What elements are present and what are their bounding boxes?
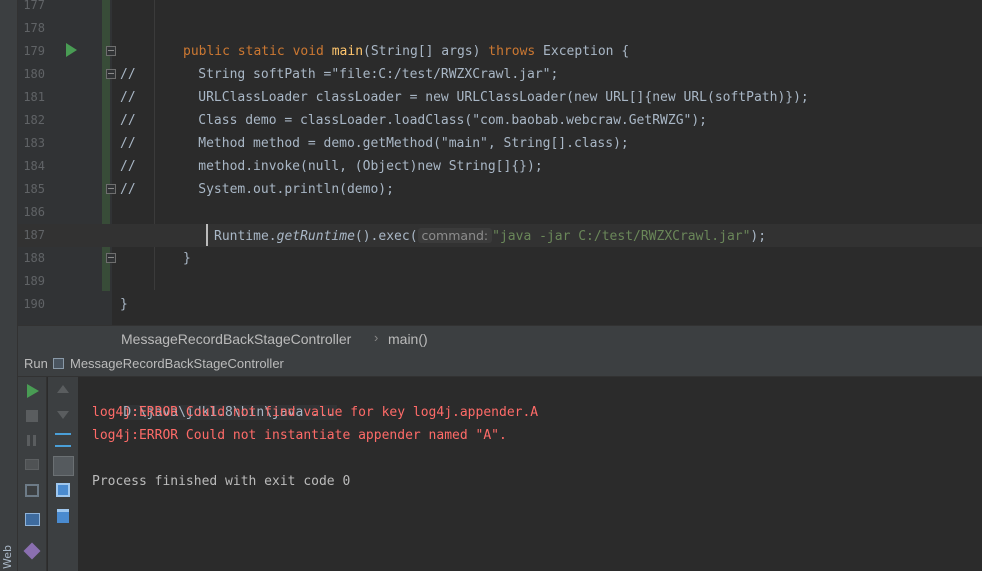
code-line: 184 // method.invoke(null, (Object)new S…: [18, 155, 982, 178]
line-number: 188: [23, 251, 45, 265]
code-line: 179 public static void main(String[] arg…: [18, 40, 982, 63]
code-line: 181 // URLClassLoader classLoader = new …: [18, 86, 982, 109]
line-number: 182: [23, 113, 45, 127]
pause-icon[interactable]: [26, 433, 44, 451]
keyword: throws: [488, 44, 536, 59]
run-toolbar-secondary: [48, 377, 78, 571]
trash-icon[interactable]: [57, 509, 69, 523]
scroll-to-end-icon[interactable]: [53, 456, 74, 476]
code-line: 183 // Method method = demo.getMethod("m…: [18, 132, 982, 155]
run-config-name[interactable]: MessageRecordBackStageController: [70, 356, 284, 371]
breadcrumb-class[interactable]: MessageRecordBackStageController: [121, 331, 351, 347]
print-icon[interactable]: [56, 483, 70, 497]
code-text: Runtime.getRuntime().exec(command: "java …: [214, 224, 766, 248]
console-exit-message: Process finished with exit code 0: [92, 474, 351, 489]
code-fragment: Runtime.: [214, 229, 277, 244]
console-output[interactable]: D:\java\jdk1.8\bin\java ... log4j:ERROR …: [79, 377, 982, 571]
code-line: 177: [18, 0, 982, 17]
code-line: 178: [18, 17, 982, 40]
run-config-icon: [53, 358, 64, 369]
code-line: 186: [18, 201, 982, 224]
line-number: 184: [23, 159, 45, 173]
line-number: 187: [23, 228, 45, 242]
pin-icon[interactable]: [23, 542, 41, 560]
code-line: 189: [18, 270, 982, 293]
rerun-icon[interactable]: [27, 384, 39, 398]
left-tool-strip: Web: [0, 0, 18, 571]
parameter-hint: command:: [417, 228, 493, 243]
run-toolbar-primary: [18, 377, 47, 571]
breadcrumb: MessageRecordBackStageController › main(…: [18, 325, 982, 353]
line-number: 178: [23, 21, 45, 35]
run-main-icon[interactable]: [66, 43, 77, 57]
web-tool-tab[interactable]: Web: [1, 545, 14, 569]
line-number: 180: [23, 67, 45, 81]
layout-icon[interactable]: [25, 513, 40, 526]
line-number: 186: [23, 205, 45, 219]
fold-icon[interactable]: [106, 69, 116, 79]
string-literal: "java -jar C:/test/RWZXCrawl.jar": [492, 229, 751, 244]
line-number: 181: [23, 90, 45, 104]
up-arrow-icon[interactable]: [57, 385, 69, 393]
code-editor[interactable]: 177 178 179 public static void main(Stri…: [18, 0, 982, 325]
breadcrumb-separator: ›: [374, 330, 379, 345]
code-line: 188 }: [18, 247, 982, 270]
fold-icon[interactable]: [106, 46, 116, 56]
login-icon[interactable]: [25, 484, 39, 497]
keyword: public static void: [183, 44, 332, 59]
code-text: public static void main(String[] args) t…: [183, 40, 629, 63]
code-line-current: 187 Runtime.getRuntime().exec(command: "j…: [18, 224, 982, 247]
fold-icon[interactable]: [106, 184, 116, 194]
code-fragment: (String[] args): [363, 44, 489, 59]
console-error: log4j:ERROR Could not instantiate append…: [92, 428, 507, 443]
text-caret: [206, 224, 208, 246]
line-number: 185: [23, 182, 45, 196]
camera-icon[interactable]: [25, 459, 39, 470]
line-number: 177: [23, 0, 45, 12]
code-fragment: ().exec(: [354, 229, 418, 244]
comment-text: // String softPath ="file:C:/test/RWZXCr…: [120, 67, 559, 82]
run-panel-header: Run MessageRecordBackStageController: [18, 352, 982, 377]
run-tab-label[interactable]: Run: [24, 356, 48, 371]
comment-text: // System.out.println(demo);: [120, 182, 394, 197]
comment-text: // Class demo = classLoader.loadClass("c…: [120, 113, 707, 128]
fold-icon[interactable]: [106, 253, 116, 263]
comment-text: // method.invoke(null, (Object)new Strin…: [120, 159, 543, 174]
console-error: log4j:ERROR Could not find value for key…: [92, 405, 539, 420]
code-line: 180 // String softPath ="file:C:/test/RW…: [18, 63, 982, 86]
code-fragment: Exception {: [535, 44, 630, 59]
code-text: }: [183, 251, 191, 266]
line-number: 179: [23, 44, 45, 58]
stop-icon[interactable]: [26, 410, 38, 422]
comment-text: // URLClassLoader classLoader = new URLC…: [120, 90, 809, 105]
line-number: 183: [23, 136, 45, 150]
line-number: 189: [23, 274, 45, 288]
method-call: getRuntime: [276, 229, 355, 244]
code-text: }: [120, 297, 128, 312]
code-fragment: );: [750, 229, 767, 244]
code-line: 185 // System.out.println(demo);: [18, 178, 982, 201]
code-line: 182 // Class demo = classLoader.loadClas…: [18, 109, 982, 132]
comment-text: // Method method = demo.getMethod("main"…: [120, 136, 629, 151]
method-name: main: [331, 44, 364, 59]
down-arrow-icon[interactable]: [57, 411, 69, 419]
line-number: 190: [23, 297, 45, 311]
code-line: 190 }: [18, 293, 982, 316]
breadcrumb-method[interactable]: main(): [388, 331, 428, 347]
soft-wrap-icon[interactable]: [55, 433, 71, 447]
